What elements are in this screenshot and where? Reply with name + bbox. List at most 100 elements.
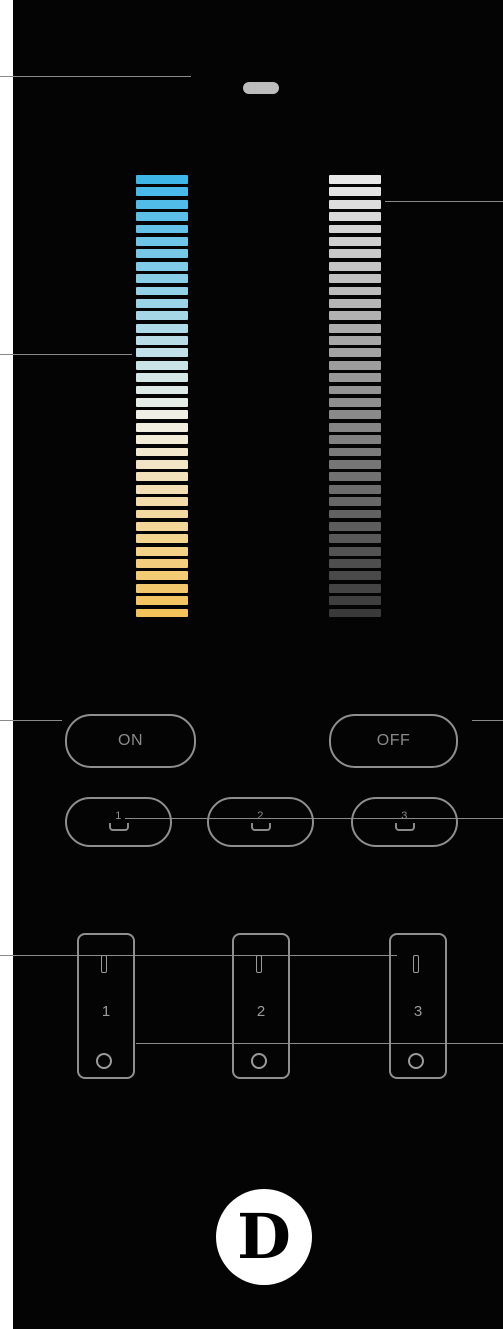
brightness-segment[interactable] [329,261,381,271]
brand-logo-letter: D [237,1200,291,1273]
color-temperature-segment[interactable] [136,484,188,494]
brightness-segment[interactable] [329,224,381,234]
zone-number: 1 [101,1003,111,1020]
callout-line-led [0,76,191,77]
brightness-segment[interactable] [329,249,381,259]
off-button[interactable]: OFF [329,714,458,768]
zone-key-1: 1 [77,933,135,1079]
zone-number: 2 [256,1003,266,1020]
brightness-segment[interactable] [329,311,381,321]
color-temperature-segment[interactable] [136,336,188,345]
color-temperature-segment[interactable] [136,472,188,482]
color-temperature-segment[interactable] [136,212,188,222]
brightness-segment[interactable] [329,336,381,345]
zone-off-icon[interactable] [96,1053,112,1069]
brightness-segment[interactable] [329,546,381,556]
preset-button-2[interactable]: 2 [207,797,314,847]
brightness-segment[interactable] [329,274,381,283]
color-temperature-segment[interactable] [136,286,188,296]
preset-number: 2 [257,810,264,822]
color-temperature-segment[interactable] [136,274,188,283]
save-preset-icon: 1 [108,810,130,832]
color-temperature-slider[interactable] [136,175,188,621]
brightness-segment[interactable] [329,373,381,383]
color-temperature-segment[interactable] [136,596,188,606]
brightness-segment[interactable] [329,534,381,544]
brightness-segment[interactable] [329,447,381,457]
brightness-segment[interactable] [329,596,381,606]
callout-line-on [0,720,62,721]
on-button[interactable]: ON [65,714,196,768]
color-temperature-segment[interactable] [136,546,188,556]
brightness-segment[interactable] [329,484,381,494]
brightness-slider[interactable] [329,175,381,621]
brightness-segment[interactable] [329,422,381,432]
preset-button-3[interactable]: 3 [351,797,458,847]
brightness-segment[interactable] [329,323,381,333]
color-temperature-segment[interactable] [136,323,188,333]
color-temperature-segment[interactable] [136,249,188,259]
preset-number: 1 [115,810,122,822]
zone-on-icon[interactable] [256,955,262,973]
color-temperature-segment[interactable] [136,509,188,519]
zone-off-icon[interactable] [251,1053,267,1069]
brightness-segment[interactable] [329,559,381,568]
color-temperature-segment[interactable] [136,410,188,420]
brightness-segment[interactable] [329,385,381,395]
color-temperature-segment[interactable] [136,373,188,383]
color-temperature-segment[interactable] [136,348,188,358]
callout-line-color-temperature [0,354,132,355]
brightness-segment[interactable] [329,286,381,296]
color-temperature-segment[interactable] [136,311,188,321]
remote-control-body [13,0,503,1329]
brightness-segment[interactable] [329,521,381,531]
color-temperature-segment[interactable] [136,385,188,395]
color-temperature-segment[interactable] [136,534,188,544]
brightness-segment[interactable] [329,459,381,469]
brightness-segment[interactable] [329,360,381,370]
color-temperature-segment[interactable] [136,459,188,469]
color-temperature-segment[interactable] [136,261,188,271]
color-temperature-segment[interactable] [136,521,188,531]
brightness-segment[interactable] [329,410,381,420]
brightness-segment[interactable] [329,212,381,222]
brightness-segment[interactable] [329,199,381,209]
brightness-segment[interactable] [329,583,381,593]
color-temperature-segment[interactable] [136,447,188,457]
brightness-segment[interactable] [329,435,381,445]
color-temperature-segment[interactable] [136,224,188,234]
color-temperature-segment[interactable] [136,175,188,184]
brightness-segment[interactable] [329,348,381,358]
callout-line-brightness [385,201,503,202]
brightness-segment[interactable] [329,497,381,506]
color-temperature-segment[interactable] [136,583,188,593]
brightness-segment[interactable] [329,472,381,482]
brightness-segment[interactable] [329,398,381,407]
brightness-segment[interactable] [329,608,381,618]
callout-line-zone-off [136,1043,503,1044]
color-temperature-segment[interactable] [136,571,188,581]
zone-key-2: 2 [232,933,290,1079]
preset-button-1[interactable]: 1 [65,797,172,847]
color-temperature-segment[interactable] [136,298,188,308]
brightness-segment[interactable] [329,571,381,581]
brightness-segment[interactable] [329,175,381,184]
color-temperature-segment[interactable] [136,559,188,568]
brightness-segment[interactable] [329,236,381,246]
color-temperature-segment[interactable] [136,236,188,246]
color-temperature-segment[interactable] [136,435,188,445]
callout-line-off [472,720,503,721]
color-temperature-segment[interactable] [136,422,188,432]
color-temperature-segment[interactable] [136,608,188,618]
color-temperature-segment[interactable] [136,199,188,209]
color-temperature-segment[interactable] [136,360,188,370]
brightness-segment[interactable] [329,187,381,197]
brightness-segment[interactable] [329,509,381,519]
zone-on-icon[interactable] [413,955,419,973]
color-temperature-segment[interactable] [136,497,188,506]
brightness-segment[interactable] [329,298,381,308]
zone-on-icon[interactable] [101,955,107,973]
zone-off-icon[interactable] [408,1053,424,1069]
color-temperature-segment[interactable] [136,398,188,407]
color-temperature-segment[interactable] [136,187,188,197]
